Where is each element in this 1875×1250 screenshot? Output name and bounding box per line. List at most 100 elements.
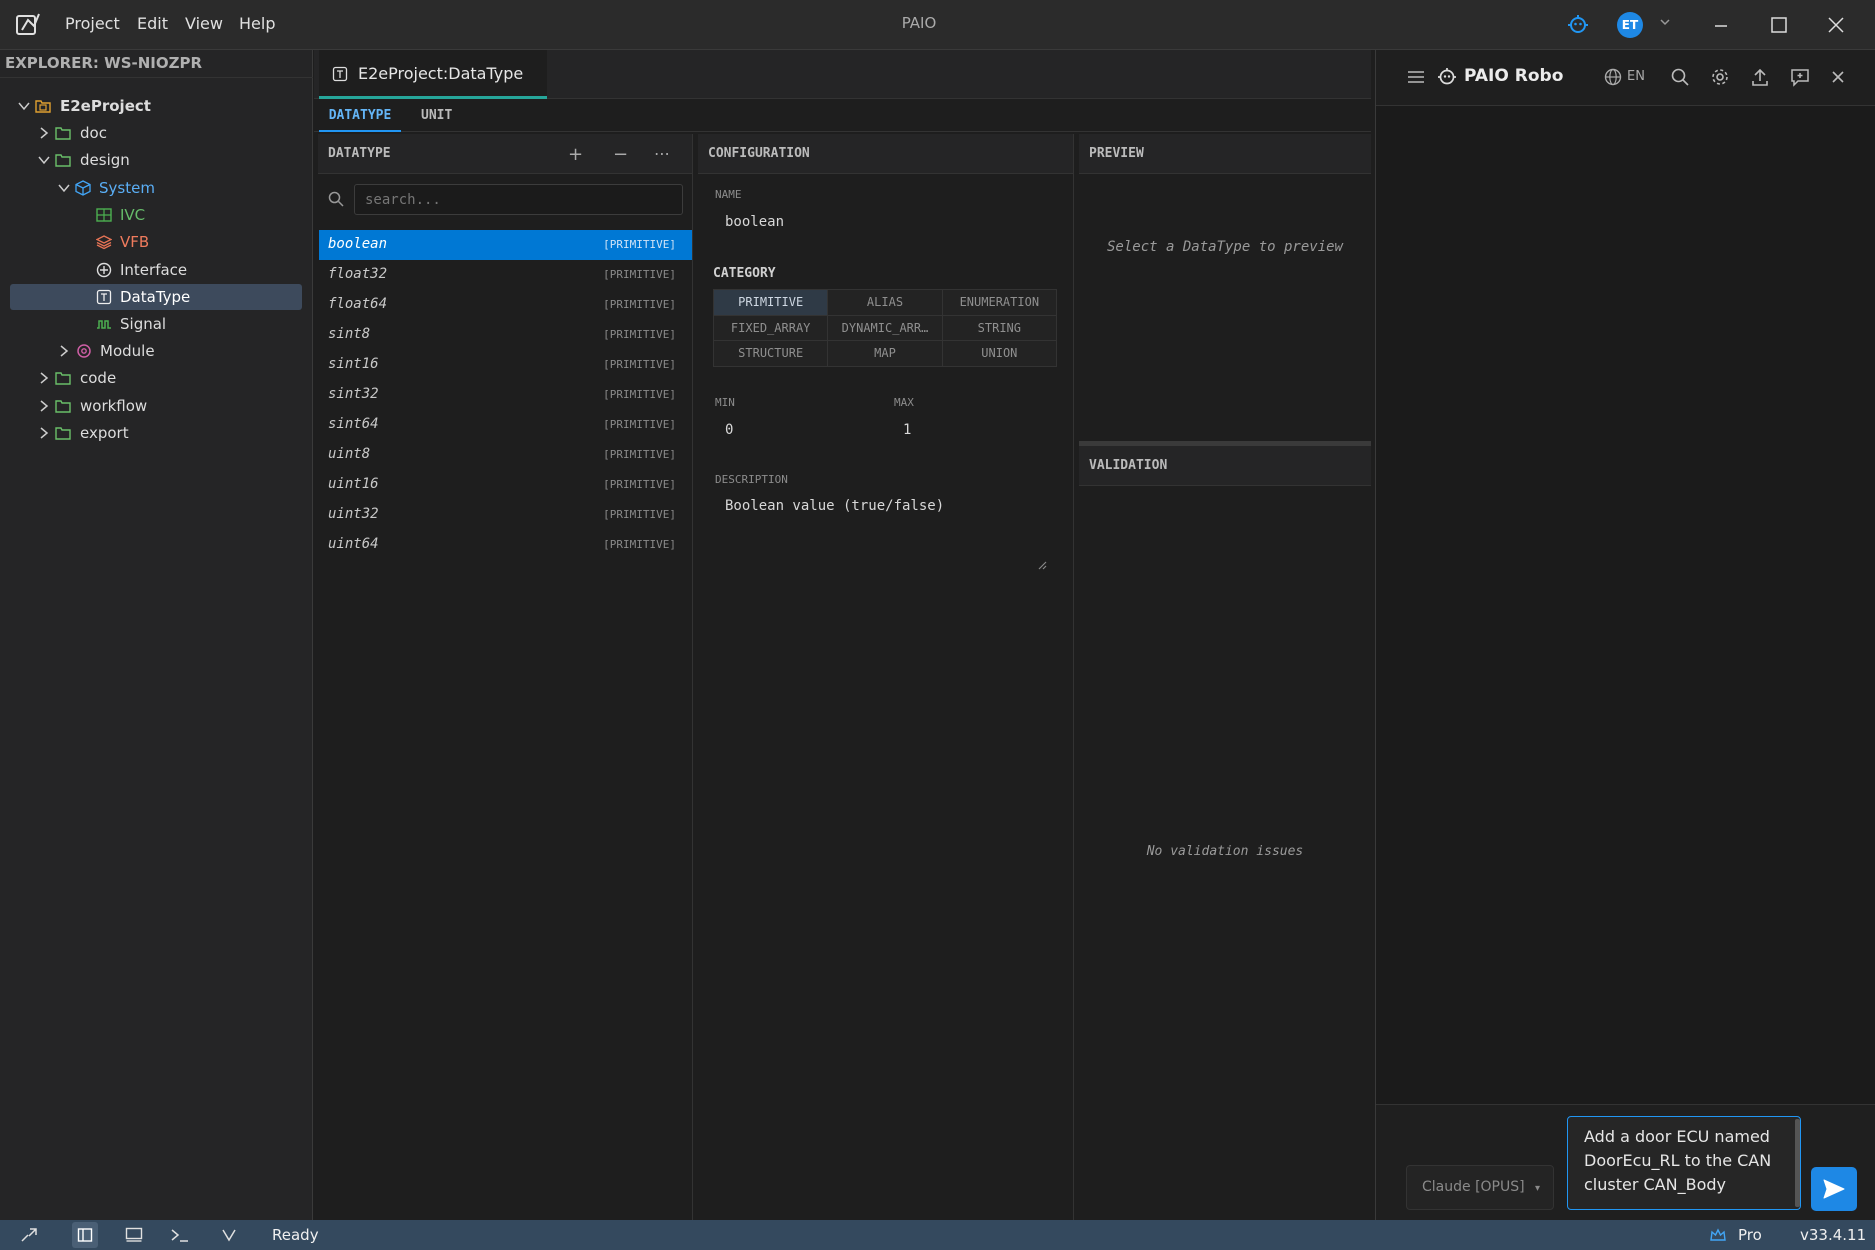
list-item-boolean[interactable]: boolean [PRIMITIVE] (319, 230, 692, 260)
chevron-down-icon[interactable] (1658, 15, 1672, 29)
min-field[interactable]: 0 (725, 422, 733, 438)
signal-icon (97, 320, 111, 329)
model-select[interactable]: Claude [OPUS] ▾ (1406, 1165, 1554, 1210)
tab-e2eproject-datatype[interactable]: E2eProject:DataType (319, 50, 547, 99)
tree-item-code[interactable]: code (10, 365, 302, 391)
list-item-sint16[interactable]: sint16 [PRIMITIVE] (319, 350, 692, 380)
search-icon[interactable] (1670, 67, 1690, 87)
minimize-icon[interactable] (1709, 13, 1733, 37)
tree-item-module[interactable]: Module (10, 338, 302, 364)
chevron-right-icon[interactable] (37, 399, 51, 413)
datatype-kind: [PRIMITIVE] (603, 418, 676, 431)
category-primitive[interactable]: PRIMITIVE (714, 290, 828, 315)
toggle-sidebar-button[interactable] (72, 1222, 98, 1248)
chevron-down-icon[interactable] (37, 153, 51, 167)
crown-icon (1710, 1228, 1726, 1241)
resize-handle-icon[interactable] (1037, 560, 1047, 570)
category-enumeration[interactable]: ENUMERATION (942, 290, 1056, 315)
list-item-uint64[interactable]: uint64 [PRIMITIVE] (319, 530, 692, 560)
tree-item-datatype[interactable]: DataType (10, 284, 302, 310)
list-item-uint8[interactable]: uint8 [PRIMITIVE] (319, 440, 692, 470)
interface-icon (96, 262, 112, 278)
hamburger-menu-icon[interactable] (1406, 67, 1426, 87)
globe-icon[interactable] (1604, 68, 1622, 86)
chevron-right-icon[interactable] (37, 371, 51, 385)
tab-datatype[interactable]: DATATYPE (319, 100, 401, 132)
tree-item-e2eproject[interactable]: E2eProject (10, 93, 302, 119)
list-item-uint16[interactable]: uint16 [PRIMITIVE] (319, 470, 692, 500)
layers-icon (96, 235, 112, 250)
plan-badge[interactable]: Pro (1738, 1226, 1762, 1244)
search-input[interactable] (354, 184, 683, 215)
gear-icon[interactable] (1710, 67, 1730, 87)
tree-item-label: workflow (80, 397, 148, 415)
folder-icon (55, 127, 71, 140)
maximize-icon[interactable] (1767, 13, 1791, 37)
datatype-kind: [PRIMITIVE] (603, 478, 676, 491)
remote-icon[interactable] (20, 1226, 38, 1244)
tree-item-interface[interactable]: Interface (10, 257, 302, 283)
list-item-sint32[interactable]: sint32 [PRIMITIVE] (319, 380, 692, 410)
panel-title: VALIDATION (1089, 458, 1168, 473)
panel-icon[interactable] (125, 1226, 143, 1244)
send-button[interactable] (1811, 1167, 1857, 1211)
list-item-sint8[interactable]: sint8 [PRIMITIVE] (319, 320, 692, 350)
terminal-icon[interactable] (170, 1226, 190, 1244)
category-dynamic-array[interactable]: DYNAMIC_ARR… (828, 315, 942, 341)
add-datatype-button[interactable]: + (568, 144, 583, 165)
tree-item-label: IVC (120, 206, 146, 224)
sub-tab-bar: DATATYPE UNIT (314, 100, 1371, 132)
description-field[interactable]: Boolean value (true/false) (725, 498, 944, 514)
divider (0, 77, 313, 78)
max-field[interactable]: 1 (903, 422, 911, 438)
datatype-name: uint32 (328, 506, 379, 522)
chevron-down-icon[interactable] (17, 99, 31, 113)
tree-item-workflow[interactable]: workflow (10, 393, 302, 419)
category-map[interactable]: MAP (828, 341, 942, 366)
list-item-sint64[interactable]: sint64 [PRIMITIVE] (319, 410, 692, 440)
list-item-float32[interactable]: float32 [PRIMITIVE] (319, 260, 692, 290)
tree-item-label: System (99, 179, 155, 197)
list-item-uint32[interactable]: uint32 [PRIMITIVE] (319, 500, 692, 530)
datatype-panel-header: DATATYPE + − ⋯ (318, 134, 692, 174)
remove-datatype-button[interactable]: − (613, 144, 628, 165)
category-string[interactable]: STRING (942, 315, 1056, 341)
list-item-float64[interactable]: float64 [PRIMITIVE] (319, 290, 692, 320)
datatype-kind: [PRIMITIVE] (603, 448, 676, 461)
chevron-right-icon[interactable] (37, 426, 51, 440)
language-selector[interactable]: EN (1627, 69, 1645, 84)
new-chat-icon[interactable] (1790, 67, 1810, 87)
tree-item-label: VFB (120, 233, 150, 251)
close-icon[interactable] (1830, 69, 1846, 85)
category-structure[interactable]: STRUCTURE (714, 341, 828, 366)
scrollbar[interactable] (1795, 1119, 1800, 1207)
category-union[interactable]: UNION (942, 341, 1056, 366)
datatype-name: float64 (328, 296, 388, 312)
chevron-down-icon[interactable] (220, 1226, 238, 1244)
tab-unit[interactable]: UNIT (421, 100, 452, 132)
upload-icon[interactable] (1750, 67, 1770, 87)
tree-item-vfb[interactable]: VFB (10, 229, 302, 255)
tree-item-design[interactable]: design (10, 147, 302, 173)
category-fixed-array[interactable]: FIXED_ARRAY (714, 315, 828, 341)
close-window-icon[interactable] (1824, 13, 1848, 37)
datatype-name: uint16 (328, 476, 379, 492)
datatype-name: float32 (328, 266, 388, 282)
chevron-down-icon[interactable] (57, 181, 71, 195)
more-options-button[interactable]: ⋯ (654, 144, 670, 163)
user-avatar[interactable]: ET (1617, 12, 1643, 38)
chevron-right-icon[interactable] (57, 344, 71, 358)
tree-item-doc[interactable]: doc (10, 120, 302, 146)
category-alias[interactable]: ALIAS (828, 290, 942, 315)
tree-item-system[interactable]: System (10, 175, 302, 201)
tree-item-label: Interface (120, 261, 188, 279)
tree-item-label: doc (80, 124, 107, 142)
tree-item-signal[interactable]: Signal (10, 311, 302, 337)
chat-input[interactable]: Add a door ECU named DoorEcu_RL to the C… (1567, 1116, 1801, 1210)
tree-item-ivc[interactable]: IVC (10, 202, 302, 228)
robot-status-icon[interactable] (1565, 12, 1591, 38)
chevron-right-icon[interactable] (37, 126, 51, 140)
tree-item-export[interactable]: export (10, 420, 302, 446)
name-field[interactable]: boolean (725, 214, 784, 230)
panel-title: DATATYPE (328, 146, 391, 161)
